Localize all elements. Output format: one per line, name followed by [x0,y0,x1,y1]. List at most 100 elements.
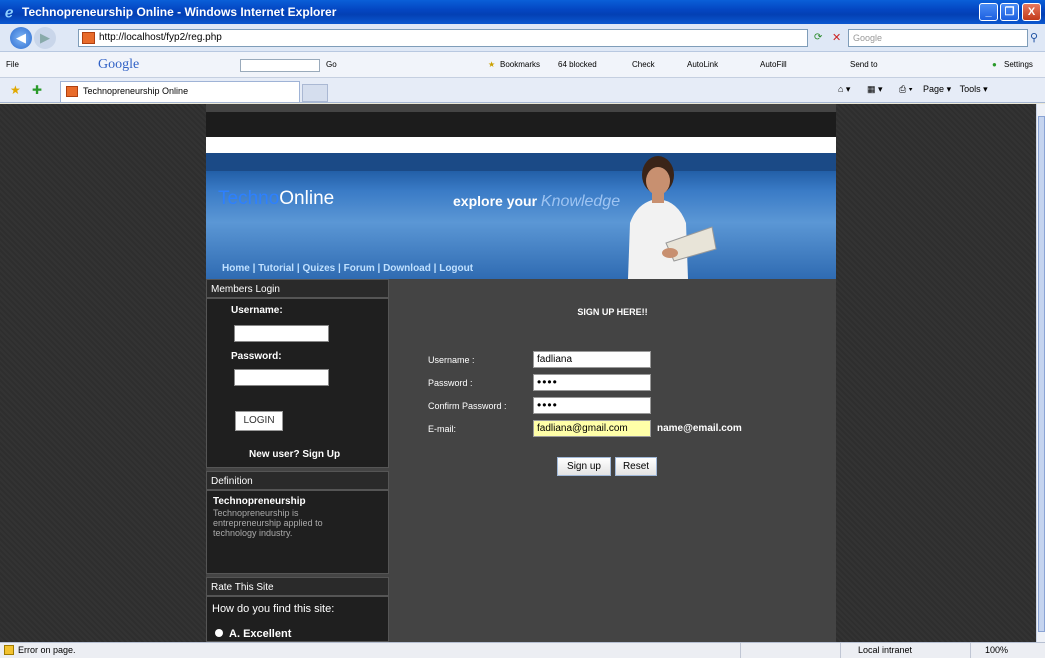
email-format-hint: name@email.com [657,423,742,434]
print-icon[interactable]: ⎙ ▾ [899,84,912,94]
minimize-button[interactable]: _ [979,3,998,21]
new-user-text: New user? [249,449,300,460]
new-tab-button[interactable] [302,84,328,102]
signup-username-input[interactable]: fadliana [533,351,651,368]
warning-icon[interactable] [4,645,14,655]
signup-panel: SIGN UP HERE!! Username : fadliana Passw… [389,279,836,642]
zoom-level[interactable]: 100% [985,643,1008,658]
status-divider [740,643,741,658]
site-container: TechnoOnline explore your Knowledge Home… [206,104,836,642]
logo-online-text: Online [279,188,335,209]
page-viewport: TechnoOnline explore your Knowledge Home… [0,104,1040,642]
main-nav: Home | Tutorial | Quizes | Forum | Downl… [222,263,474,274]
signup-confirm-input[interactable]: •••• [533,397,651,414]
login-username-input[interactable] [234,325,329,342]
signup-email-input[interactable]: fadliana@gmail.com [533,420,651,437]
page-favicon-icon [82,32,95,44]
star-icon: ★ [488,60,496,69]
internet-explorer-icon: ℯ [5,4,14,20]
sign-up-link[interactable]: Sign Up [302,449,340,460]
google-go-button[interactable]: Go [326,60,337,69]
login-password-input[interactable] [234,369,329,386]
signup-username-label: Username : [428,355,475,365]
google-search-input[interactable] [240,59,320,72]
definition-heading: Definition [206,471,389,490]
nav-forum[interactable]: Forum [344,263,375,274]
url-field[interactable]: http://localhost/fyp2/reg.php [78,29,808,47]
status-message[interactable]: Error on page. [18,643,76,658]
signup-confirm-label: Confirm Password : [428,401,507,411]
stop-icon[interactable]: ✕ [832,31,841,44]
rate-option-excellent[interactable]: A. Excellent [215,628,291,640]
signup-password-input[interactable]: •••• [533,374,651,391]
url-text: http://localhost/fyp2/reg.php [99,32,222,43]
nav-quizes[interactable]: Quizes [302,263,335,274]
home-icon[interactable]: ⌂ ▾ [838,84,850,94]
rate-option-text: Excellent [243,628,292,640]
nav-home[interactable]: Home [222,263,250,274]
autolink-button[interactable]: AutoLink [687,60,718,69]
favorites-star-icon[interactable]: ★ [10,83,21,97]
nav-tutorial[interactable]: Tutorial [258,263,294,274]
send-to-button[interactable]: Send to [850,60,878,69]
login-button[interactable]: LOGIN [235,411,283,431]
page-menu[interactable]: Page [923,84,944,94]
file-menu[interactable]: File [6,60,19,69]
rate-heading: Rate This Site [206,577,389,596]
new-user-prompt: New user? Sign Up [249,449,340,460]
login-password-label: Password: [231,351,282,362]
site-slogan: explore your Knowledge [453,193,620,211]
security-zone: Local intranet [858,645,913,655]
google-toolbar: File Google Go ★ Bookmarks 64 blocked Ch… [0,52,1045,78]
definition-box: Technopreneurship Technopreneurship is e… [206,490,389,574]
command-bar: ⌂ ▾ ▦ ▾ ⎙ ▾ Page ▾ Tools ▾ [838,84,988,94]
signup-email-label: E-mail: [428,424,457,434]
autofill-button[interactable]: AutoFill [760,60,787,69]
slogan-prefix: explore your [453,193,541,209]
search-field[interactable]: Google [848,29,1028,47]
members-login-heading: Members Login [206,279,389,298]
popup-blocker-button[interactable]: 64 blocked [558,60,597,69]
logo-techno-text: Techno [218,188,280,209]
refresh-icon[interactable]: ⟳ [814,32,822,43]
radio-selected-icon[interactable] [215,629,223,637]
bookmarks-button[interactable]: Bookmarks [500,60,540,69]
feeds-icon[interactable]: ▦ ▾ [867,84,883,94]
nav-logout[interactable]: Logout [439,263,473,274]
forward-arrow-icon: ▶ [40,30,50,45]
banner-top-band [206,153,836,171]
definition-term: Technopreneurship [213,496,306,507]
settings-button[interactable]: Settings [1004,60,1033,69]
tab-technopreneurship[interactable]: Technopreneurship Online [60,81,300,102]
site-top-strip [206,112,836,137]
student-photo [628,156,717,279]
signup-heading: SIGN UP HERE!! [577,307,648,317]
signup-password-label: Password : [428,378,473,388]
google-logo: Google [98,57,140,72]
scrollbar-thumb[interactable] [1038,116,1045,632]
nav-download[interactable]: Download [383,263,431,274]
reset-button[interactable]: Reset [615,457,657,476]
back-button[interactable]: ◀ [10,27,32,49]
signup-button[interactable]: Sign up [557,457,611,476]
close-button[interactable]: X [1022,3,1041,21]
site-logo: TechnoOnline [218,188,334,210]
maximize-button[interactable]: ❐ [1000,3,1019,21]
rate-question: How do you find this site: [212,603,335,615]
tools-menu[interactable]: Tools [960,84,981,94]
status-bar: Error on page. Local intranet 100% [0,642,1045,658]
check-button[interactable]: Check [632,60,655,69]
add-favorites-icon[interactable]: ✚ [32,83,42,97]
tab-label: Technopreneurship Online [83,86,189,96]
back-arrow-icon: ◀ [16,30,26,45]
definition-text: Technopreneurship is entrepreneurship ap… [213,508,323,538]
forward-button[interactable]: ▶ [34,27,56,49]
address-bar-row: ◀ ▶ http://localhost/fyp2/reg.php ⟳ ✕ Go… [0,24,1045,52]
search-icon[interactable]: ⚲ [1030,31,1038,44]
status-divider [970,643,971,658]
site-white-strip [206,137,836,153]
members-login-box: Username: Password: LOGIN New user? Sign… [206,298,389,468]
vertical-scrollbar[interactable] [1036,104,1045,642]
tab-favicon-icon [66,86,78,97]
window-title-bar: ℯ Technopreneurship Online - Windows Int… [0,0,1045,24]
